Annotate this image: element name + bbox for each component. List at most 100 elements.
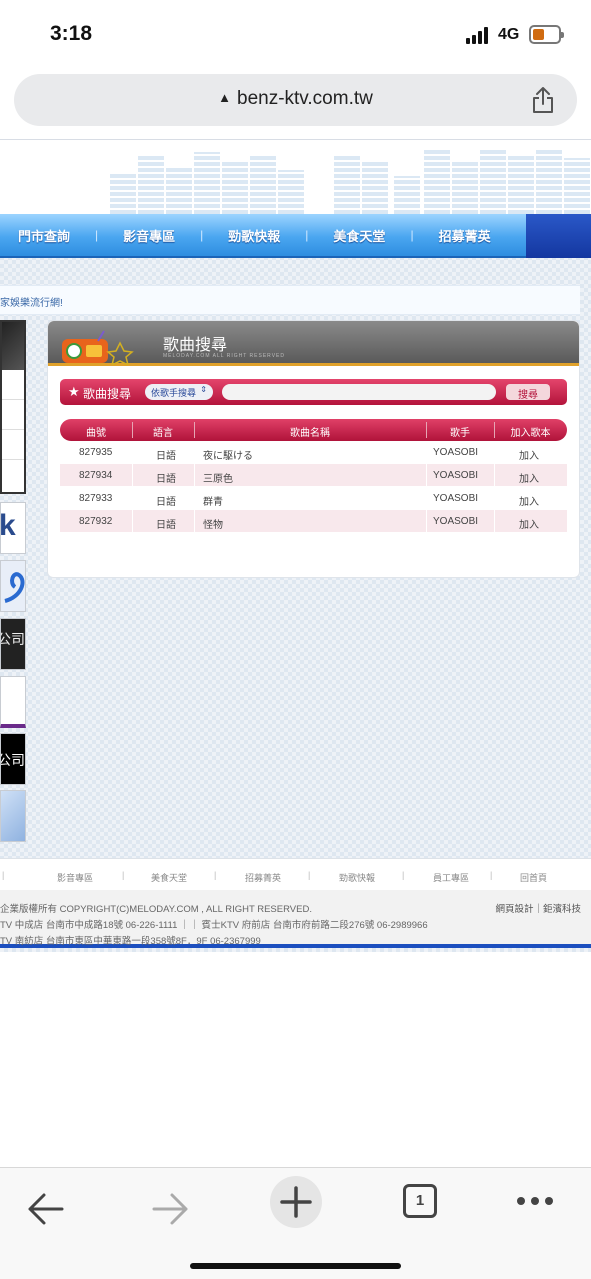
more-icon[interactable]: [505, 1184, 565, 1234]
chevron-updown-icon: ⇕: [200, 385, 207, 394]
signal-icon: [466, 27, 492, 44]
tab-count: 1: [415, 1192, 425, 1209]
blue-ad[interactable]: [0, 790, 26, 842]
nav-right-decoration: [526, 214, 591, 258]
search-type-value: 依歌手搜尋: [151, 388, 197, 398]
facebook-ad[interactable]: k: [0, 502, 26, 554]
url-display[interactable]: ▲ benz-ktv.com.tw: [14, 88, 577, 110]
footer-link-staff[interactable]: 員工專區: [433, 871, 469, 884]
footer-link-home[interactable]: 回首頁: [520, 871, 547, 884]
cell-lang: 日語: [156, 520, 176, 531]
nav-separator: |: [410, 228, 414, 242]
cell-id: 827935: [79, 447, 113, 458]
col-header-add: 加入歌本: [510, 428, 551, 439]
col-header-artist: 歌手: [450, 428, 470, 439]
nav-item-food[interactable]: 美食天堂: [333, 226, 385, 245]
url-bar[interactable]: ▲ benz-ktv.com.tw: [14, 74, 577, 126]
nav-item-hits[interactable]: 勁歌快報: [228, 226, 280, 245]
company-ad-2-text: 公司: [1, 752, 25, 768]
facebook-ad-text: k: [0, 509, 16, 542]
search-button[interactable]: 搜尋: [506, 384, 550, 401]
cell-id: 827933: [79, 493, 113, 504]
brand-ad[interactable]: [0, 560, 26, 612]
cell-lang: 日語: [156, 474, 176, 485]
page-bottom: [0, 952, 591, 959]
company-ad-2[interactable]: 公司: [0, 733, 26, 785]
network-type: 4G: [498, 26, 520, 43]
marquee: 家娛樂流行網!: [0, 285, 580, 315]
purple-ad[interactable]: [0, 676, 26, 728]
footer-address-2: TV 南紡店 台南市東區中華東路一段358號8F．9F 06-2367999: [0, 936, 261, 947]
footer-link-jobs[interactable]: 招募菁英: [245, 871, 281, 884]
search-label: 歌曲搜尋: [83, 387, 132, 401]
web-page: 門市查詢 | 影音專區 | 勁歌快報 | 美食天堂 | 招募菁英 家娛樂流行網!…: [0, 139, 591, 959]
cell-title: 怪物: [203, 520, 223, 531]
company-ad-1[interactable]: 公司: [0, 618, 26, 670]
add-link[interactable]: 加入: [519, 493, 539, 508]
table-row: 827933 日語 群青 YOASOBI 加入: [60, 487, 567, 510]
col-header-lang: 語言: [153, 428, 173, 439]
marquee-text: 家娛樂流行網!: [0, 298, 63, 309]
star-icon: ★: [68, 384, 80, 399]
cell-lang: 日語: [156, 451, 176, 462]
cell-artist: YOASOBI: [433, 516, 479, 527]
new-tab-button[interactable]: [270, 1176, 322, 1228]
main-nav: 門市查詢 | 影音專區 | 勁歌快報 | 美食天堂 | 招募菁英: [0, 214, 526, 258]
table-header: 曲號 語言 歌曲名稱 歌手 加入歌本: [60, 419, 567, 441]
add-link[interactable]: 加入: [519, 470, 539, 485]
url-text: benz-ktv.com.tw: [237, 88, 373, 109]
song-search-panel: 歌曲搜尋 MELODAY.COM ALL RIGHT RESERVED ★ 歌曲…: [47, 320, 580, 578]
cell-title: 夜に駆ける: [203, 451, 253, 462]
footer-copyright: 企業版權所有 COPYRIGHT(C)MELODAY.COM , ALL RIG…: [0, 904, 312, 915]
share-icon[interactable]: [531, 86, 555, 114]
nav-item-jobs[interactable]: 招募菁英: [439, 226, 491, 245]
col-header-id: 曲號: [86, 428, 106, 439]
footer-nav: | 影音專區 | 美食天堂 | 招募菁英 | 勁歌快報 | 員工專區 | 回首頁: [0, 858, 591, 890]
plus-icon: [280, 1186, 312, 1218]
panel-title: 歌曲搜尋: [163, 337, 228, 354]
panel-header: 歌曲搜尋 MELODAY.COM ALL RIGHT RESERVED: [48, 321, 579, 366]
nav-separator: |: [95, 228, 99, 242]
footer-address-1: TV 中成店 台南市中成路18號 06-226-1111 ｜｜ 賓士KTV 府前…: [0, 920, 428, 931]
nav-separator: |: [305, 228, 309, 242]
cell-title: 群青: [203, 497, 223, 508]
cell-artist: YOASOBI: [433, 470, 479, 481]
cell-artist: YOASOBI: [433, 447, 479, 458]
nav-item-stores[interactable]: 門市查詢: [18, 226, 70, 245]
table-row: 827935 日語 夜に駆ける YOASOBI 加入: [60, 441, 567, 464]
cell-title: 三原色: [203, 474, 233, 485]
add-link[interactable]: 加入: [519, 516, 539, 531]
search-type-select[interactable]: 依歌手搜尋 ⇕: [145, 384, 213, 400]
cell-id: 827934: [79, 470, 113, 481]
warning-icon: ▲: [218, 90, 231, 105]
side-ad-panel[interactable]: [0, 320, 26, 494]
nav-item-media[interactable]: 影音專區: [123, 226, 175, 245]
battery-icon: [529, 25, 564, 44]
nav-separator: |: [200, 228, 204, 242]
cell-lang: 日語: [156, 497, 176, 508]
back-icon[interactable]: [16, 1184, 76, 1234]
footer-link-food[interactable]: 美食天堂: [151, 871, 187, 884]
company-ad-1-text: 公司: [1, 631, 25, 647]
cell-artist: YOASOBI: [433, 493, 479, 504]
panel-subtitle: MELODAY.COM ALL RIGHT RESERVED: [163, 353, 285, 359]
table-row: 827934 日語 三原色 YOASOBI 加入: [60, 464, 567, 487]
home-indicator: [190, 1263, 401, 1269]
browser-toolbar: 1: [0, 1167, 591, 1279]
site-banner: [0, 140, 591, 214]
tabs-button[interactable]: 1: [403, 1184, 437, 1218]
add-link[interactable]: 加入: [519, 447, 539, 462]
search-input[interactable]: [222, 384, 496, 400]
status-time: 3:18: [50, 22, 93, 45]
radio-icon: [62, 330, 134, 365]
footer-link-media[interactable]: 影音專區: [57, 871, 93, 884]
col-header-title: 歌曲名稱: [290, 428, 330, 439]
table-row: 827932 日語 怪物 YOASOBI 加入: [60, 510, 567, 533]
footer-credit[interactable]: 網頁設計｜鉅濱科技: [495, 901, 581, 915]
footer-link-hits[interactable]: 勁歌快報: [339, 871, 375, 884]
search-bar: ★ 歌曲搜尋 依歌手搜尋 ⇕ 搜尋: [60, 379, 567, 405]
swirl-logo-icon: [4, 572, 25, 603]
footer: 企業版權所有 COPYRIGHT(C)MELODAY.COM , ALL RIG…: [0, 890, 591, 948]
cell-id: 827932: [79, 516, 113, 527]
forward-icon[interactable]: [140, 1184, 200, 1234]
